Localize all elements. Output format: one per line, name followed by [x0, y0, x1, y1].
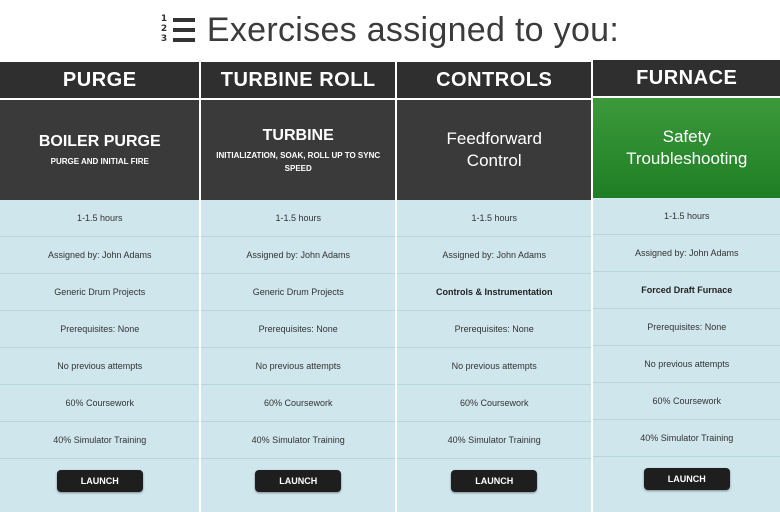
project-cell: Generic Drum Projects	[201, 274, 395, 311]
exercise-title: TURBINE	[262, 126, 334, 144]
exercise-subtitle: INITIALIZATION, SOAK, ROLL UP TO SYNC SP…	[216, 150, 381, 173]
simulator-cell: 40% Simulator Training	[201, 422, 395, 459]
attempts-cell: No previous attempts	[0, 348, 200, 385]
project-cell: Forced Draft Furnace	[593, 272, 780, 309]
exercise-column-furnace: FURNACE Safety Troubleshooting 1-1.5 hou…	[593, 60, 780, 512]
simulator-cell: 40% Simulator Training	[593, 420, 780, 457]
column-heading: TURBINE ROLL	[201, 62, 395, 100]
exercise-column-turbine-roll: TURBINE ROLL TURBINE INITIALIZATION, SOA…	[201, 62, 397, 512]
coursework-cell: 60% Coursework	[0, 385, 200, 422]
simulator-cell: 40% Simulator Training	[0, 422, 200, 459]
exercise-feature-card: Feedforward Control	[396, 100, 592, 200]
launch-button[interactable]: LAUNCH	[255, 470, 342, 492]
exercise-details: 1-1.5 hours Assigned by: John Adams Gene…	[0, 200, 200, 512]
assigned-by-cell: Assigned by: John Adams	[396, 237, 592, 274]
prerequisites-cell: Prerequisites: None	[0, 311, 200, 348]
exercise-details: 1-1.5 hours Assigned by: John Adams Cont…	[396, 200, 592, 512]
coursework-cell: 60% Coursework	[201, 385, 395, 422]
page-header: 1 2 3 Exercises assigned to you:	[0, 0, 780, 60]
exercise-details: 1-1.5 hours Assigned by: John Adams Gene…	[201, 200, 395, 512]
launch-row: LAUNCH	[593, 457, 780, 501]
prerequisites-cell: Prerequisites: None	[396, 311, 592, 348]
assigned-by-cell: Assigned by: John Adams	[593, 235, 780, 272]
exercise-column-controls: CONTROLS Feedforward Control 1-1.5 hours…	[396, 62, 594, 512]
exercise-feature-card: TURBINE INITIALIZATION, SOAK, ROLL UP TO…	[201, 100, 395, 200]
exercise-column-purge: PURGE BOILER PURGE PURGE AND INITIAL FIR…	[0, 62, 202, 512]
list-number-1: 1	[160, 14, 168, 24]
launch-button[interactable]: LAUNCH	[451, 470, 538, 492]
duration-cell: 1-1.5 hours	[0, 200, 200, 237]
attempts-cell: No previous attempts	[593, 346, 780, 383]
exercise-title: BOILER PURGE	[38, 133, 161, 150]
exercise-title: Feedforward Control	[446, 129, 542, 170]
exercise-feature-card: BOILER PURGE PURGE AND INITIAL FIRE	[0, 100, 200, 200]
coursework-cell: 60% Coursework	[593, 383, 780, 420]
exercise-subtitle: PURGE AND INITIAL FIRE	[50, 157, 149, 166]
list-bar	[172, 18, 195, 22]
page-title: Exercises assigned to you:	[206, 10, 620, 49]
exercise-details: 1-1.5 hours Assigned by: John Adams Forc…	[593, 198, 780, 512]
prerequisites-cell: Prerequisites: None	[201, 311, 395, 348]
column-heading: FURNACE	[593, 60, 780, 98]
coursework-cell: 60% Coursework	[396, 385, 592, 422]
header-inner: 1 2 3 Exercises assigned to you:	[161, 11, 619, 50]
launch-row: LAUNCH	[201, 459, 395, 503]
launch-button[interactable]: LAUNCH	[56, 470, 143, 492]
list-number-3: 3	[160, 34, 168, 44]
attempts-cell: No previous attempts	[396, 348, 592, 385]
attempts-cell: No previous attempts	[201, 348, 395, 385]
duration-cell: 1-1.5 hours	[593, 198, 780, 235]
simulator-cell: 40% Simulator Training	[396, 422, 592, 459]
column-heading: PURGE	[0, 62, 200, 100]
prerequisites-cell: Prerequisites: None	[593, 309, 780, 346]
assigned-by-cell: Assigned by: John Adams	[201, 237, 395, 274]
exercise-grid: PURGE BOILER PURGE PURGE AND INITIAL FIR…	[0, 60, 780, 512]
duration-cell: 1-1.5 hours	[396, 200, 592, 237]
exercise-feature-card-highlighted: Safety Troubleshooting	[593, 98, 780, 198]
launch-row: LAUNCH	[0, 459, 199, 503]
list-bar	[172, 38, 195, 42]
numbered-list-icon: 1 2 3	[161, 15, 195, 45]
project-cell: Controls & Instrumentation	[396, 274, 592, 311]
project-cell: Generic Drum Projects	[0, 274, 200, 311]
launch-row: LAUNCH	[397, 459, 592, 503]
launch-button[interactable]: LAUNCH	[643, 468, 730, 490]
exercise-title: Safety Troubleshooting	[626, 127, 748, 168]
list-bar	[172, 28, 195, 32]
column-heading: CONTROLS	[396, 62, 592, 100]
list-number-2: 2	[160, 24, 168, 34]
duration-cell: 1-1.5 hours	[201, 200, 395, 237]
assigned-by-cell: Assigned by: John Adams	[0, 237, 200, 274]
